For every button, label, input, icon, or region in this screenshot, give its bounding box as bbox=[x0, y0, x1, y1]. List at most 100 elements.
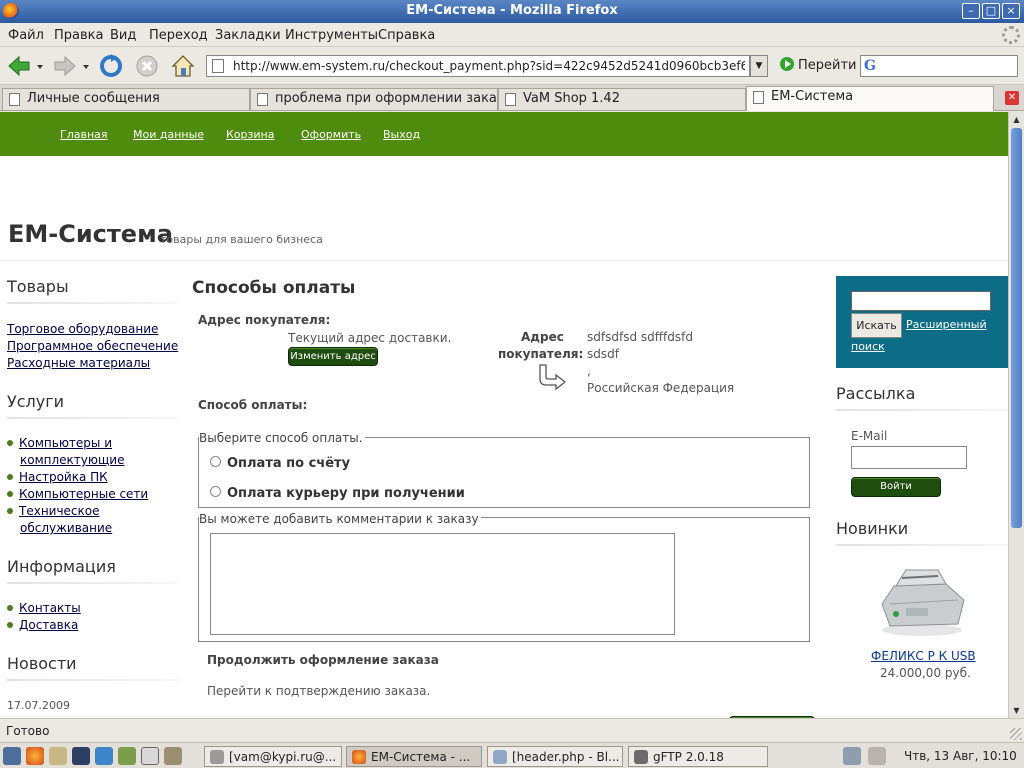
info-delivery-link[interactable]: Доставка bbox=[7, 618, 78, 632]
task-gftp[interactable]: gFTP 2.0.18 bbox=[628, 746, 768, 767]
bullet-icon bbox=[7, 508, 13, 514]
web-search-box[interactable]: G bbox=[860, 55, 1018, 77]
payment-invoice-radio[interactable] bbox=[210, 456, 221, 467]
menu-file[interactable]: Файл bbox=[8, 28, 44, 43]
bullet-icon bbox=[7, 491, 13, 497]
bullet-icon bbox=[7, 440, 13, 446]
site-search-panel: Искать Расширенный поиск bbox=[836, 276, 1008, 368]
spreadsheet-launcher-icon[interactable] bbox=[141, 747, 159, 765]
file-manager-launcher-icon[interactable] bbox=[95, 747, 113, 765]
scroll-down-arrow-icon[interactable]: ▼ bbox=[1009, 703, 1024, 718]
nav-cart-link[interactable]: Корзина bbox=[226, 128, 274, 141]
divider bbox=[836, 544, 1008, 546]
page-content: Главная Мои данные Корзина Оформить Выхо… bbox=[0, 112, 1008, 718]
editor-icon bbox=[493, 750, 507, 764]
payment-invoice-label[interactable]: Оплата по счёту bbox=[227, 456, 350, 471]
menu-bookmarks[interactable]: Закладки bbox=[215, 28, 281, 43]
advanced-search-link[interactable]: Расширенный bbox=[906, 318, 987, 331]
category-consumables-link[interactable]: Расходные материалы bbox=[7, 356, 150, 370]
page-title: Способы оплаты bbox=[192, 278, 356, 298]
address-line-3: , bbox=[587, 364, 591, 378]
category-software-link[interactable]: Программное обеспечение bbox=[7, 339, 178, 353]
payment-courier-label[interactable]: Оплата курьеру при получении bbox=[227, 486, 465, 501]
tab-label: проблема при оформлении заказа bbox=[275, 91, 498, 106]
close-window-button[interactable]: × bbox=[1002, 3, 1020, 19]
site-logo-text[interactable]: ЕМ-Система bbox=[8, 220, 173, 248]
scrollbar-thumb[interactable] bbox=[1011, 128, 1022, 528]
menu-tools[interactable]: Инструменты bbox=[285, 28, 378, 43]
comments-textarea[interactable] bbox=[210, 533, 675, 635]
tab-vam-shop[interactable]: VaM Shop 1.42 bbox=[498, 88, 746, 110]
tab-em-system[interactable]: ЕМ-Система bbox=[746, 86, 994, 111]
stop-icon[interactable] bbox=[134, 53, 160, 79]
category-retail-equipment-link[interactable]: Торговое оборудование bbox=[7, 322, 158, 336]
login-button[interactable]: Войти bbox=[851, 477, 941, 497]
address-country: Российская Федерация bbox=[587, 381, 735, 395]
url-text[interactable]: http://www.em-system.ru/checkout_payment… bbox=[233, 59, 745, 73]
nav-checkout-link[interactable]: Оформить bbox=[301, 128, 361, 141]
site-search-input[interactable] bbox=[851, 291, 991, 311]
service-computers-link-line2[interactable]: комплектующие bbox=[20, 453, 124, 467]
menu-edit[interactable]: Правка bbox=[54, 28, 103, 43]
firefox-icon bbox=[352, 750, 366, 764]
service-maintenance-link[interactable]: Техническое bbox=[7, 504, 100, 518]
back-arrow-icon[interactable] bbox=[6, 53, 32, 79]
menu-view[interactable]: Вид bbox=[110, 28, 136, 43]
site-search-button[interactable]: Искать bbox=[851, 313, 902, 338]
go-button[interactable]: Перейти bbox=[780, 57, 857, 73]
taskbar-clock[interactable]: Чтв, 13 Авг, 10:10 bbox=[904, 749, 1017, 763]
resize-grip-icon[interactable] bbox=[1010, 728, 1022, 740]
service-maintenance-link-line2[interactable]: обслуживание bbox=[20, 521, 112, 535]
scroll-up-arrow-icon[interactable]: ▲ bbox=[1009, 112, 1024, 127]
nav-home-link[interactable]: Главная bbox=[60, 128, 108, 141]
url-bar[interactable]: http://www.em-system.ru/checkout_payment… bbox=[206, 55, 750, 77]
task-email-client[interactable]: [vam@kypi.ru@... bbox=[204, 746, 342, 767]
page-scrollbar[interactable]: ▲ ▼ bbox=[1008, 112, 1024, 718]
news-heading: Новости bbox=[7, 654, 77, 673]
minimize-button[interactable]: – bbox=[962, 3, 980, 19]
nav-logout-link[interactable]: Выход bbox=[383, 128, 420, 141]
menu-go[interactable]: Переход bbox=[149, 28, 208, 43]
office-launcher-icon[interactable] bbox=[118, 747, 136, 765]
close-tab-icon[interactable]: ✕ bbox=[1005, 91, 1019, 105]
task-firefox[interactable]: ЕМ-Система - ... bbox=[346, 746, 482, 767]
service-pc-setup-link[interactable]: Настройка ПК bbox=[7, 470, 108, 484]
url-history-dropdown-button[interactable]: ▼ bbox=[750, 55, 768, 77]
service-computers-link[interactable]: Компьютеры и bbox=[7, 436, 112, 450]
menu-help[interactable]: Справка bbox=[378, 28, 435, 43]
window-titlebar[interactable]: ЕМ-Система - Mozilla Firefox – □ × bbox=[0, 0, 1024, 23]
site-nav: Главная Мои данные Корзина Оформить Выхо… bbox=[0, 112, 1008, 156]
service-networks-link[interactable]: Компьютерные сети bbox=[7, 487, 148, 501]
receipt-printer-image[interactable] bbox=[876, 564, 968, 638]
info-contacts-link[interactable]: Контакты bbox=[7, 601, 81, 615]
advanced-search-link-line2[interactable]: поиск bbox=[851, 340, 885, 353]
address-caption: Адрес bbox=[521, 330, 564, 344]
go-arrow-icon bbox=[780, 57, 794, 71]
tools-launcher-icon[interactable] bbox=[164, 747, 182, 765]
home-icon[interactable] bbox=[170, 53, 196, 79]
maximize-button[interactable]: □ bbox=[982, 3, 1000, 19]
forward-history-dropdown-icon[interactable] bbox=[80, 53, 92, 79]
task-editor[interactable]: [header.php - Bl... bbox=[487, 746, 623, 767]
tab-label: VaM Shop 1.42 bbox=[523, 91, 620, 106]
mail-launcher-icon[interactable] bbox=[49, 747, 67, 765]
email-input[interactable] bbox=[851, 446, 967, 469]
payment-method-label: Способ оплаты: bbox=[198, 398, 308, 412]
google-search-engine-icon[interactable]: G bbox=[864, 58, 876, 74]
network-icon[interactable] bbox=[843, 747, 861, 765]
forward-arrow-icon[interactable] bbox=[52, 53, 78, 79]
tab-checkout-problem[interactable]: проблема при оформлении заказа bbox=[250, 88, 498, 110]
main-menu-icon[interactable] bbox=[3, 747, 21, 765]
tab-private-messages[interactable]: Личные сообщения bbox=[2, 88, 250, 110]
nav-my-data-link[interactable]: Мои данные bbox=[133, 128, 204, 141]
reload-icon[interactable] bbox=[98, 53, 124, 79]
back-history-dropdown-icon[interactable] bbox=[34, 53, 46, 79]
go-label: Перейти bbox=[798, 58, 857, 73]
product-name-link[interactable]: ФЕЛИКС Р К USB bbox=[871, 649, 976, 663]
firefox-launcher-icon[interactable] bbox=[26, 747, 44, 765]
change-address-button[interactable]: Изменить адрес bbox=[288, 347, 378, 366]
divider bbox=[7, 582, 178, 584]
terminal-launcher-icon[interactable] bbox=[72, 747, 90, 765]
payment-courier-radio[interactable] bbox=[210, 486, 221, 497]
volume-icon[interactable] bbox=[868, 747, 886, 765]
